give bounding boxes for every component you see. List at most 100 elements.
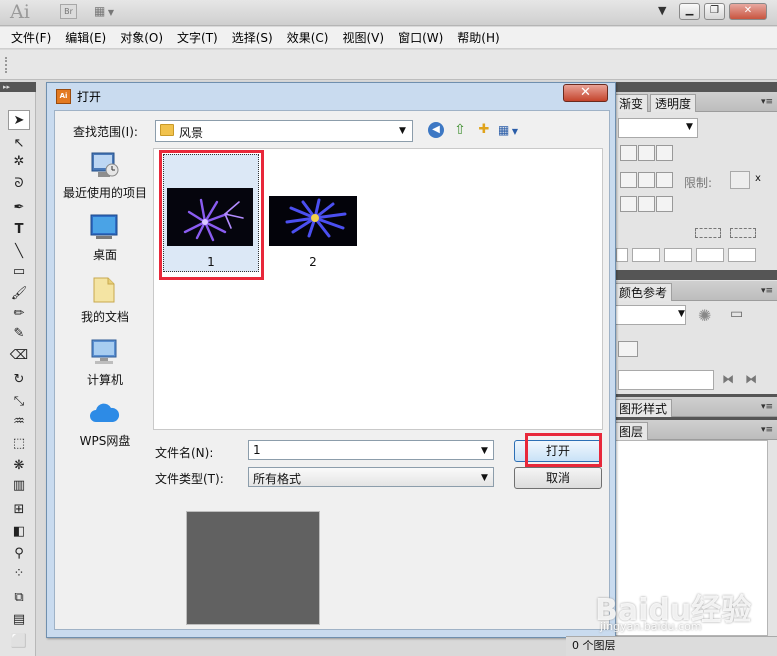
symbol-sprayer-tool-icon[interactable]: ❋ [8,456,30,476]
selection-tool-icon[interactable]: ➤ [8,110,30,130]
arrange-documents-button[interactable]: ▦ ▼ [94,4,126,20]
tab-graphic-styles[interactable]: 图形样式 [614,399,673,417]
free-transform-tool-icon[interactable]: ⬚ [8,434,30,454]
align-button-1[interactable] [620,145,637,161]
rectangle-tool-icon[interactable]: ▭ [8,262,30,282]
file-name-2[interactable]: 2 [269,255,357,269]
align-button-3[interactable] [656,145,673,161]
recent-items-icon[interactable] [88,150,120,180]
place-wps-cloud[interactable]: WPS网盘 [60,432,150,449]
dash-field-5[interactable] [728,248,756,262]
mesh-tool-icon[interactable]: ⊞ [8,500,30,520]
tab-layers[interactable]: 图层 [614,422,649,440]
file-name-input[interactable] [248,440,494,460]
dash-field-2[interactable] [632,248,660,262]
join-button-2[interactable] [638,172,655,188]
swap-icon[interactable]: ⧓ [745,372,757,386]
dash-preview-1[interactable] [695,228,721,238]
menu-select[interactable]: 选择(S) [225,29,280,46]
harmony-rules-select[interactable] [614,305,686,325]
dash-field-4[interactable] [696,248,724,262]
flip-icon[interactable]: ⧓ [722,372,734,386]
slice-tool-icon[interactable]: ⧉ [8,588,30,608]
tools-panel-header[interactable]: ▸▸ [0,82,36,92]
menu-file[interactable]: 文件(F) [4,29,58,46]
tab-transparency[interactable]: 透明度 [650,94,697,112]
magic-wand-tool-icon[interactable]: ✲ [8,152,30,172]
documents-icon[interactable] [88,274,120,304]
back-arrow-icon[interactable]: ◀ [428,122,444,138]
chevron-down-icon[interactable]: ▼ [399,126,406,136]
up-folder-icon[interactable]: ⇧ [452,121,468,139]
align-button-2[interactable] [638,145,655,161]
panel-menu-icon[interactable]: ▾≡ [761,425,773,435]
dash-field-3[interactable] [664,248,692,262]
chevron-down-icon[interactable]: ▼ [481,446,488,456]
color-dock-header[interactable] [612,270,777,280]
color-guide-value-field[interactable] [618,370,714,390]
panel-menu-icon[interactable]: ▾≡ [761,286,773,296]
rotate-tool-icon[interactable]: ↻ [8,370,30,390]
place-recent[interactable]: 最近使用的项目 [60,184,150,201]
dash-preview-2[interactable] [730,228,756,238]
file-thumbnail-2[interactable] [269,196,357,246]
menu-object[interactable]: 对象(O) [113,29,170,46]
menu-view[interactable]: 视图(V) [335,29,391,46]
blend-tool-icon[interactable]: ⁘ [8,564,30,584]
lasso-tool-icon[interactable]: ᘐ [8,174,30,194]
place-desktop[interactable]: 桌面 [60,246,150,263]
tab-color-guide[interactable]: 颜色参考 [614,283,673,301]
file-type-value[interactable]: 所有格式 [253,470,301,487]
app-close-button[interactable]: ✕ [729,3,767,20]
computer-icon[interactable] [88,337,120,367]
dialog-close-button[interactable]: ✕ [563,84,608,102]
scale-tool-icon[interactable]: ⤡ [8,392,30,412]
new-folder-icon[interactable]: ✚ [475,122,493,138]
workspace-dropdown-arrow[interactable]: ▼ [658,4,666,17]
align-stroke-3[interactable] [656,196,673,212]
desktop-icon[interactable] [88,212,120,242]
tab-gradient[interactable]: 渐变 [614,94,649,112]
close-icon[interactable]: x [755,173,761,184]
artboard-tool-icon[interactable]: ⬜ [8,632,30,652]
menu-type[interactable]: 文字(T) [170,29,225,46]
right-dock-header[interactable] [612,82,777,92]
save-swatch-icon[interactable]: ▭ [730,306,743,322]
cloud-icon[interactable] [88,398,120,428]
graph-tool-icon[interactable]: ▥ [8,476,30,496]
file-name-value[interactable]: 1 [253,443,261,457]
blob-brush-tool-icon[interactable]: ✎ [8,324,30,344]
place-documents[interactable]: 我的文档 [60,308,150,325]
pen-tool-icon[interactable]: ✒ [8,198,30,218]
column-graph-tool-icon[interactable]: ▤ [8,610,30,630]
chevron-down-icon[interactable]: ▼ [481,473,488,483]
pencil-tool-icon[interactable]: ✏ [8,304,30,324]
menu-effect[interactable]: 效果(C) [280,29,336,46]
color-guide-option-button[interactable] [618,341,638,357]
view-menu-icon[interactable]: ▦ ▼ [498,122,524,138]
panel-menu-icon[interactable]: ▾≡ [761,97,773,107]
menu-help[interactable]: 帮助(H) [450,29,506,46]
gradient-tool-icon[interactable]: ◧ [8,522,30,542]
menu-window[interactable]: 窗口(W) [391,29,450,46]
type-tool-icon[interactable]: T [8,220,30,240]
restore-button[interactable]: ❐ [704,3,725,20]
align-stroke-1[interactable] [620,196,637,212]
eyedropper-tool-icon[interactable]: ⚲ [8,544,30,564]
line-tool-icon[interactable]: ╲ [8,242,30,262]
bridge-button[interactable]: Br [60,4,77,19]
paintbrush-tool-icon[interactable]: 🖌 [8,284,30,304]
cancel-button[interactable]: 取消 [514,467,602,489]
direct-selection-tool-icon[interactable]: ↖ [8,134,30,154]
join-button-1[interactable] [620,172,637,188]
eraser-tool-icon[interactable]: ⌫ [8,346,30,366]
place-computer[interactable]: 计算机 [60,371,150,388]
color-wheel-icon[interactable]: ✺ [698,306,711,325]
align-stroke-2[interactable] [638,196,655,212]
minimize-button[interactable]: ▁ [679,3,700,20]
panel-menu-icon[interactable]: ▾≡ [761,402,773,412]
dash-field-1[interactable] [616,248,628,262]
warp-tool-icon[interactable]: ♒ [8,412,30,432]
control-bar-grip[interactable] [5,57,9,73]
limit-input[interactable] [730,171,750,189]
